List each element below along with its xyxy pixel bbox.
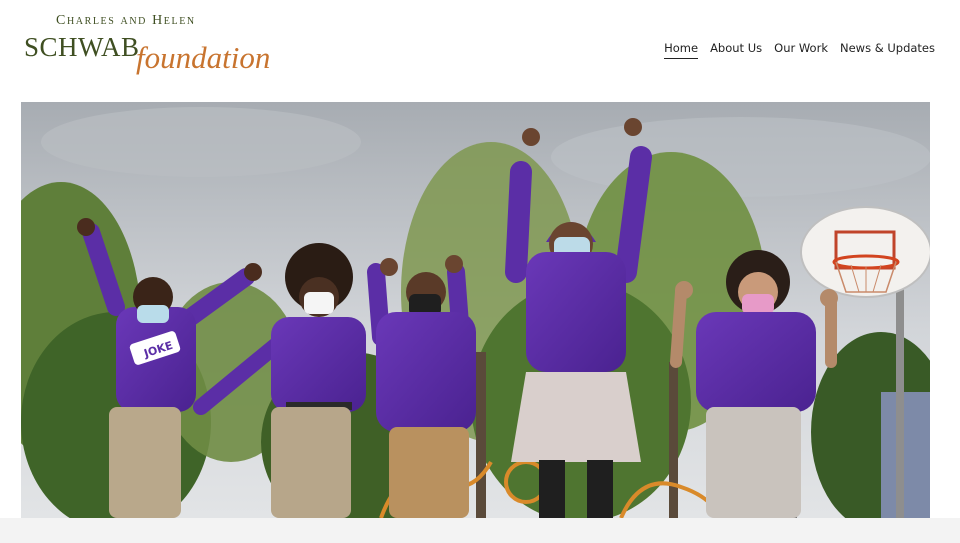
pole-padding [881, 392, 930, 518]
logo-line-charles-helen: Charles and Helen [56, 13, 196, 28]
cloud [41, 107, 361, 177]
site-header: Charles and Helen SCHWAB foundation Home… [0, 0, 960, 100]
logo-line-foundation: foundation [136, 40, 271, 75]
hero-image-kids-jumping: JOKE [21, 102, 930, 518]
schwab-foundation-logo[interactable]: Charles and Helen SCHWAB foundation [22, 10, 292, 88]
hero-illustration: JOKE [21, 102, 930, 518]
page-bottom-strip [0, 518, 960, 543]
nav-home[interactable]: Home [664, 41, 699, 59]
logo-line-schwab: SCHWAB [24, 32, 140, 62]
nav-our-work[interactable]: Our Work [774, 41, 828, 59]
main-nav: Home About Us Our Work News & Updates [664, 41, 935, 59]
nav-news-updates[interactable]: News & Updates [840, 41, 935, 59]
cloud [551, 117, 930, 197]
nav-about-us[interactable]: About Us [710, 41, 762, 59]
